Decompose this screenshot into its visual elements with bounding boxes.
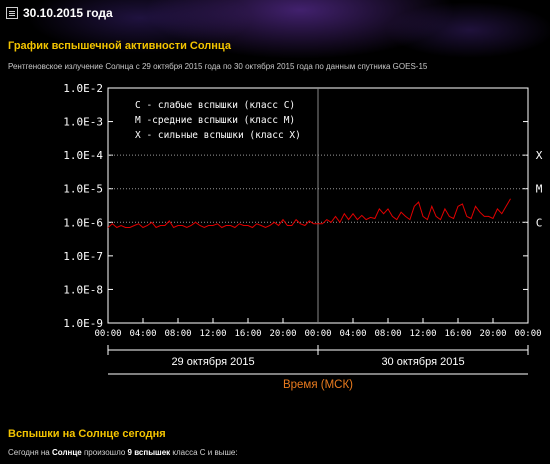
summary-bold-sun[interactable]: Солнце [52, 448, 82, 457]
y-tick-label: 1.0E-6 [63, 216, 103, 229]
y-tick-label: 1.0E-7 [63, 250, 103, 263]
x-tick-label: 16:00 [444, 329, 471, 339]
legend-entry: C - слабые вспышки (класс C) [135, 100, 295, 111]
y-tick-label: 1.0E-5 [63, 183, 103, 196]
x-tick-label: 20:00 [479, 329, 506, 339]
x-tick-label: 08:00 [164, 329, 191, 339]
x-tick-label: 00:00 [94, 329, 121, 339]
x-tick-label: 04:00 [129, 329, 156, 339]
flares-section-title: Вспышки на Солнце сегодня [8, 428, 166, 440]
summary-bold-count: 9 вспышек [127, 448, 171, 457]
chart-section-title: График вспышечной активности Солнца [8, 40, 231, 52]
class-level-label: M [536, 183, 543, 196]
x-tick-label: 12:00 [409, 329, 436, 339]
x-tick-label: 12:00 [199, 329, 226, 339]
flares-summary: Сегодня на Солнце произошло 9 вспышек кл… [8, 448, 238, 457]
post-date: 30.10.2015 года [23, 6, 113, 20]
x-tick-label: 16:00 [234, 329, 261, 339]
chart-subtitle: Рентгеновское излучение Солнца с 29 октя… [8, 62, 428, 71]
post-header: 30.10.2015 года [6, 6, 113, 20]
y-tick-label: 1.0E-2 [63, 82, 103, 95]
x-axis-title: Время (МСК) [283, 379, 353, 391]
x-tick-label: 00:00 [304, 329, 331, 339]
summary-text-3: класса С и выше: [170, 448, 238, 457]
document-icon [6, 7, 18, 19]
y-tick-label: 1.0E-8 [63, 283, 103, 296]
x-tick-label: 20:00 [269, 329, 296, 339]
date-label: 30 октября 2015 [381, 356, 464, 368]
x-tick-label: 04:00 [339, 329, 366, 339]
legend-entry: M -средние вспышки (класс M) [135, 115, 295, 126]
class-level-label: X [536, 149, 543, 162]
date-label: 29 октября 2015 [171, 356, 254, 368]
summary-text-2: произошло [81, 448, 128, 457]
y-tick-label: 1.0E-3 [63, 116, 103, 129]
summary-text-1: Сегодня на [8, 448, 52, 457]
x-tick-label: 00:00 [514, 329, 541, 339]
class-level-label: C [536, 216, 543, 229]
legend-entry: X - сильные вспышки (класс X) [135, 130, 301, 141]
xray-flux-series [107, 198, 511, 229]
x-tick-label: 08:00 [374, 329, 401, 339]
y-tick-label: 1.0E-4 [63, 149, 103, 162]
xray-flux-chart: 1.0E-2 1.0E-3 1.0E-4 1.0E-5 1.0E-6 1.0E-7 1.0E… [63, 82, 543, 391]
